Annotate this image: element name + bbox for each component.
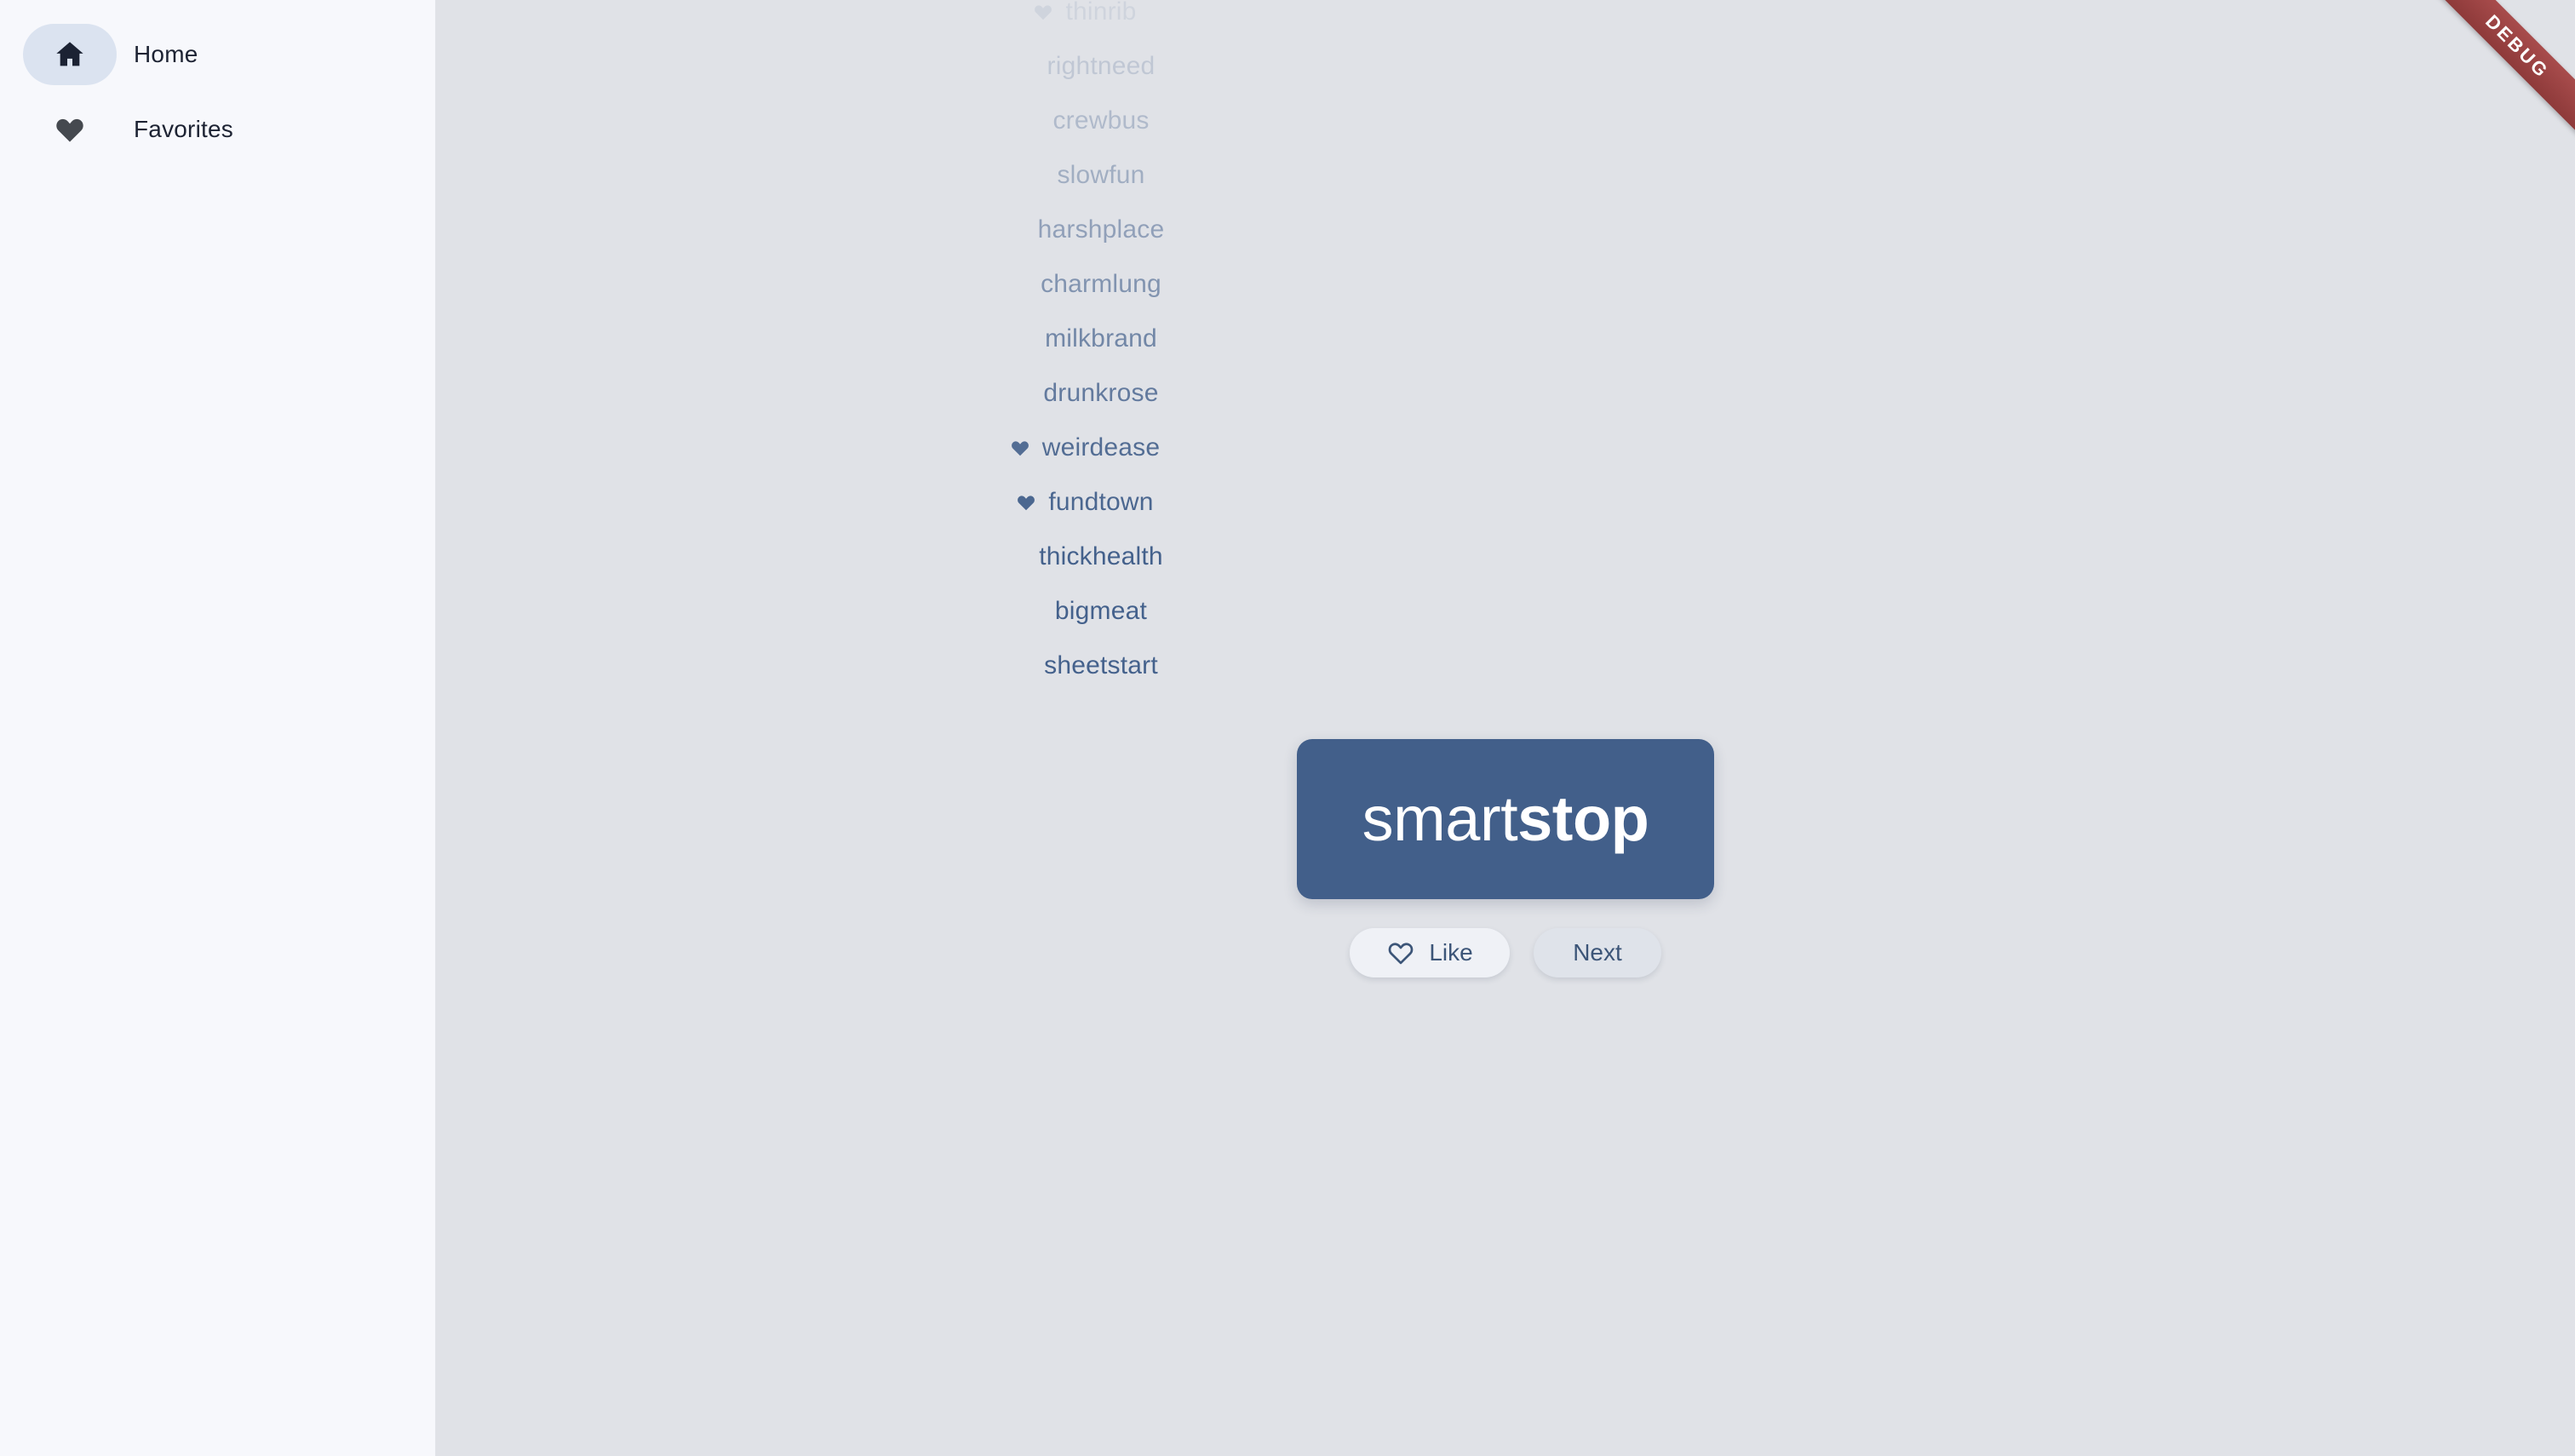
sidebar-item-home-label: Home bbox=[134, 41, 198, 67]
app-root: Home Favorites thinrib rightneed crewbus sl… bbox=[0, 0, 2575, 1456]
action-bar: Like Next bbox=[1297, 928, 1714, 977]
heart-filled-icon bbox=[1033, 2, 1053, 22]
word-history-list: thinrib rightneed crewbus slowfun harshplace… bbox=[436, 0, 2575, 693]
history-item-label: harshplace bbox=[1037, 215, 1165, 244]
history-item: crewbus bbox=[436, 94, 2154, 148]
heart-filled-icon bbox=[1016, 492, 1036, 513]
history-item-label: fundtown bbox=[1048, 488, 1154, 516]
history-item: weirdease bbox=[436, 421, 2154, 475]
history-item-label: charmlung bbox=[1041, 270, 1161, 298]
history-item-label: weirdease bbox=[1041, 433, 1161, 461]
home-icon bbox=[23, 24, 117, 85]
sidebar-item-favorites-label: Favorites bbox=[134, 116, 233, 142]
history-item-inner: drunkrose bbox=[1011, 381, 1158, 406]
history-item-label: sheetstart bbox=[1044, 651, 1158, 679]
history-item-label: thickhealth bbox=[1039, 542, 1163, 570]
history-item: fundtown bbox=[436, 475, 2154, 530]
history-item: thinrib bbox=[436, 0, 2154, 39]
history-item-inner: slowfun bbox=[1024, 163, 1144, 188]
history-item-label: bigmeat bbox=[1054, 597, 1148, 625]
current-word-text: smartstop bbox=[1362, 788, 1649, 851]
heart-filled-icon bbox=[1010, 438, 1030, 458]
history-item: sheetstart bbox=[436, 639, 2154, 693]
next-button[interactable]: Next bbox=[1534, 928, 1661, 977]
history-item-label: milkbrand bbox=[1045, 324, 1157, 353]
sidebar-item-favorites[interactable]: Favorites bbox=[0, 99, 435, 160]
history-item-inner: harshplace bbox=[1006, 217, 1165, 243]
history-item: rightneed bbox=[436, 39, 2154, 94]
history-item-inner: sheetstart bbox=[1012, 653, 1158, 679]
heart-filled-icon bbox=[23, 99, 117, 160]
like-button-label: Like bbox=[1429, 939, 1473, 966]
history-item-inner: fundtown bbox=[1016, 490, 1153, 515]
history-item-inner: bigmeat bbox=[1023, 599, 1147, 624]
current-word-prefix: smart bbox=[1362, 783, 1518, 854]
history-item-inner: rightneed bbox=[1015, 54, 1156, 79]
history-item-label: crewbus bbox=[1052, 106, 1150, 135]
history-item: harshplace bbox=[436, 203, 2154, 257]
main-stage: thinrib rightneed crewbus slowfun harshplace… bbox=[436, 0, 2575, 1456]
history-item: bigmeat bbox=[436, 584, 2154, 639]
history-item-inner: weirdease bbox=[1010, 435, 1161, 461]
heart-outline-icon bbox=[1386, 938, 1415, 967]
current-word-card: smartstop bbox=[1297, 739, 1714, 899]
history-item-inner: crewbus bbox=[1020, 108, 1149, 134]
history-item: slowfun bbox=[436, 148, 2154, 203]
history-item-label: drunkrose bbox=[1043, 379, 1159, 407]
history-item: milkbrand bbox=[436, 312, 2154, 366]
sidebar-item-home[interactable]: Home bbox=[0, 24, 435, 85]
history-item-label: thinrib bbox=[1065, 0, 1137, 26]
history-item-inner: thickhealth bbox=[1006, 544, 1163, 570]
history-item-label: slowfun bbox=[1057, 161, 1145, 189]
history-item-label: rightneed bbox=[1047, 52, 1156, 80]
history-item-inner: thinrib bbox=[1033, 0, 1136, 25]
history-item-inner: milkbrand bbox=[1012, 326, 1157, 352]
history-item: thickhealth bbox=[436, 530, 2154, 584]
like-button[interactable]: Like bbox=[1350, 928, 1510, 977]
history-item-inner: charmlung bbox=[1008, 272, 1161, 297]
history-item: charmlung bbox=[436, 257, 2154, 312]
next-button-label: Next bbox=[1573, 939, 1622, 966]
sidebar: Home Favorites bbox=[0, 0, 436, 1456]
current-word-suffix: stop bbox=[1517, 783, 1649, 854]
history-item: drunkrose bbox=[436, 366, 2154, 421]
